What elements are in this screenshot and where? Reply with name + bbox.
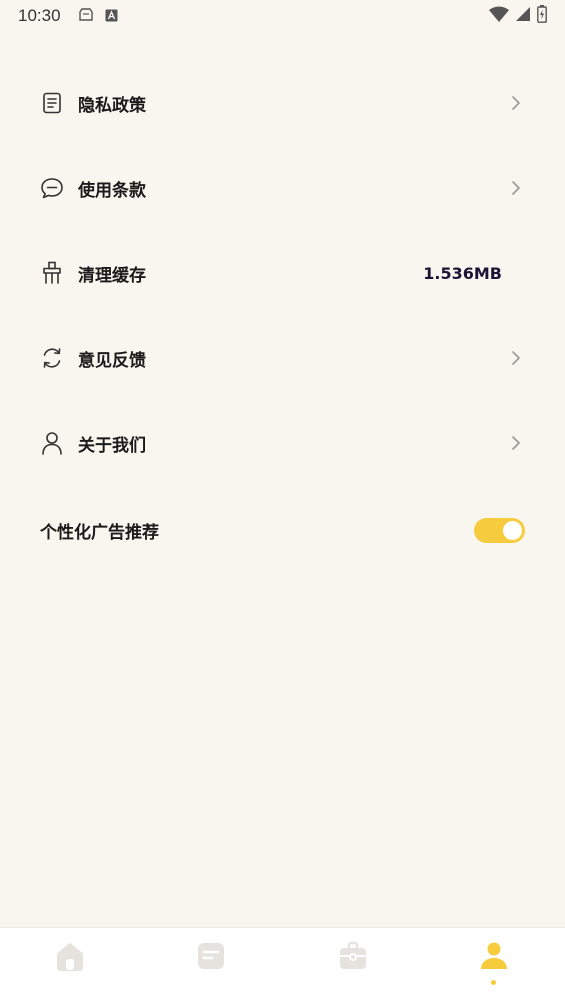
keyboard-icon (105, 7, 118, 26)
status-right-icons (489, 5, 547, 27)
brush-icon (40, 261, 64, 285)
menu-item-feedback[interactable]: 意见反馈 (0, 328, 565, 388)
personalized-ads-row: 个性化广告推荐 (0, 500, 565, 560)
nav-tab-toolbox[interactable] (337, 941, 369, 975)
document-icon (40, 91, 64, 115)
cache-size-value: 1.536MB (423, 263, 502, 283)
note-icon (196, 941, 226, 975)
settings-screen: 10:30 隐私政策 使用条款 清理缓存 1.536MB 意见反馈 关于我们 个… (0, 0, 565, 1004)
signal-icon (515, 6, 531, 26)
toolbox-icon (338, 941, 368, 975)
nav-tab-home[interactable] (54, 942, 86, 974)
chevron-right-icon (508, 95, 524, 111)
nav-tab-profile[interactable] (478, 942, 510, 974)
toggle-knob (503, 520, 522, 540)
personalized-ads-toggle[interactable] (474, 517, 525, 543)
wifi-icon (489, 6, 509, 26)
menu-item-terms-of-use[interactable]: 使用条款 (0, 158, 565, 218)
notification-icon (78, 7, 93, 26)
menu-item-label: 关于我们 (78, 435, 146, 456)
personalized-ads-label: 个性化广告推荐 (40, 522, 159, 543)
battery-icon (537, 5, 547, 27)
status-left-icons (78, 7, 118, 26)
profile-icon (479, 941, 509, 975)
menu-item-clear-cache[interactable]: 清理缓存 1.536MB (0, 243, 565, 303)
message-icon (40, 176, 64, 200)
menu-item-about-us[interactable]: 关于我们 (0, 413, 565, 473)
chevron-right-icon (508, 180, 524, 196)
menu-item-privacy-policy[interactable]: 隐私政策 (0, 73, 565, 133)
bottom-nav (0, 927, 565, 1004)
chevron-right-icon (508, 350, 524, 366)
status-time: 10:30 (18, 6, 61, 25)
home-icon (55, 941, 85, 975)
chevron-right-icon (508, 435, 524, 451)
user-icon (40, 431, 64, 455)
nav-tab-notes[interactable] (195, 942, 227, 974)
active-tab-indicator (491, 980, 496, 985)
refresh-icon (40, 346, 64, 370)
menu-item-label: 意见反馈 (78, 350, 146, 371)
status-bar: 10:30 (0, 0, 565, 32)
menu-item-label: 使用条款 (78, 180, 146, 201)
menu-item-label: 隐私政策 (78, 95, 146, 116)
menu-item-label: 清理缓存 (78, 265, 146, 286)
